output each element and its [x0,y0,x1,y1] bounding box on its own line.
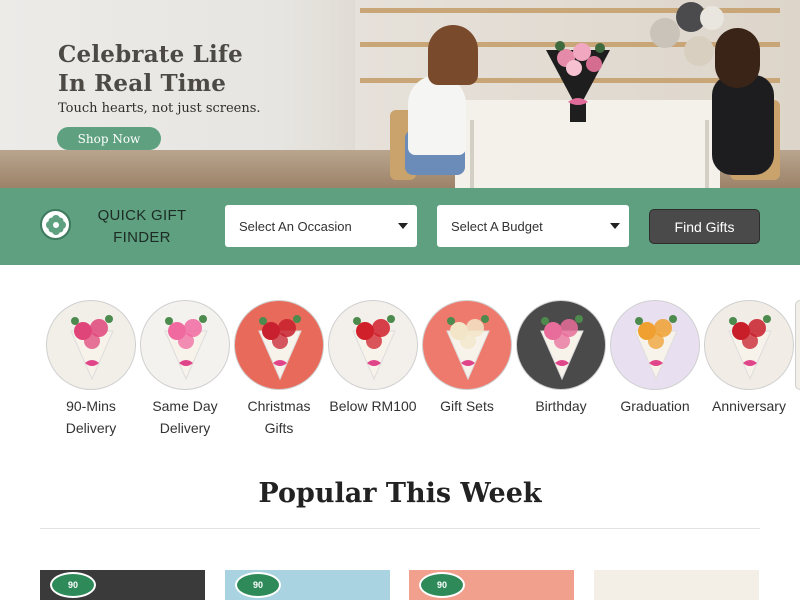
flower-icon [40,209,71,240]
table-leg [470,120,474,188]
category-label: Birthday [514,395,608,417]
person-right [712,75,774,175]
category-label-line1: Graduation [620,398,690,414]
category-label-line1: Christmas [247,398,311,414]
category-label-line2: Gifts [264,420,294,436]
finder-title-line2: FINDER [113,229,171,246]
category-image [422,300,512,390]
category-label-line2: Delivery [159,420,211,436]
category-label: Graduation [608,395,702,417]
product-card[interactable]: 90 [40,570,205,600]
table-leg [705,120,709,188]
category-item[interactable]: 90-Mins Delivery [44,300,138,439]
category-item[interactable]: Same Day Delivery [138,300,232,439]
finder-title-line1: QUICK GIFT [97,207,187,224]
category-label: Same Day Delivery [138,395,232,439]
category-label: Christmas Gifts [232,395,326,439]
occasion-select-value: Select An Occasion [239,218,352,234]
delivery-badge: 90 [419,572,465,598]
person-left [408,75,466,155]
category-image [234,300,324,390]
category-image [704,300,794,390]
balloon [650,18,680,48]
category-item[interactable]: Gift Sets [420,300,514,417]
category-label: Below RM100 [326,395,420,417]
category-label-line1: 90-Mins [66,398,116,414]
hero-title-line2: In Real Time [58,70,227,97]
person-right-hair [715,28,760,88]
person-left-hair [428,25,478,85]
category-image [610,300,700,390]
category-item[interactable]: Anniversary [702,300,796,417]
hero-subtitle: Touch hearts, not just screens. [58,101,261,116]
hero-copy: Celebrate Life In Real Time Touch hearts… [58,40,261,116]
category-next-peek[interactable] [795,300,800,390]
budget-select-value: Select A Budget [451,218,543,234]
category-label-line1: Anniversary [712,398,786,414]
category-image [140,300,230,390]
balloon [700,6,724,30]
delivery-badge: 90 [235,572,281,598]
category-item[interactable]: Birthday [514,300,608,417]
shop-now-button[interactable]: Shop Now [57,127,161,150]
category-label-line1: Birthday [535,398,587,414]
category-label: Gift Sets [420,395,514,417]
category-image [516,300,606,390]
hero-banner[interactable]: Celebrate Life In Real Time Touch hearts… [0,0,800,188]
balloon [684,36,714,66]
category-image [328,300,418,390]
chevron-down-icon [610,223,620,229]
product-card[interactable] [594,570,759,600]
section-divider [40,528,760,529]
find-gifts-button[interactable]: Find Gifts [649,209,760,244]
delivery-badge: 90 [50,572,96,598]
hero-bouquet-image [546,41,610,122]
category-item[interactable]: Graduation [608,300,702,417]
category-label-line1: Gift Sets [440,398,494,414]
category-item[interactable]: Christmas Gifts [232,300,326,439]
product-card[interactable]: 90 [409,570,574,600]
section-title: Popular This Week [258,478,542,509]
category-label-line2: Delivery [65,420,117,436]
category-label-line1: Below RM100 [329,398,417,414]
product-card[interactable]: 90 [225,570,390,600]
category-label: Anniversary [702,395,796,417]
category-image [46,300,136,390]
occasion-select[interactable]: Select An Occasion [225,205,417,247]
category-label-line1: Same Day [152,398,218,414]
chevron-down-icon [398,223,408,229]
finder-title: QUICK GIFT FINDER [86,205,198,249]
budget-select[interactable]: Select A Budget [437,205,629,247]
category-label: 90-Mins Delivery [44,395,138,439]
hero-title-line1: Celebrate Life [58,41,243,68]
quick-gift-finder: QUICK GIFT FINDER Select An Occasion Sel… [0,188,800,265]
category-item[interactable]: Below RM100 [326,300,420,417]
